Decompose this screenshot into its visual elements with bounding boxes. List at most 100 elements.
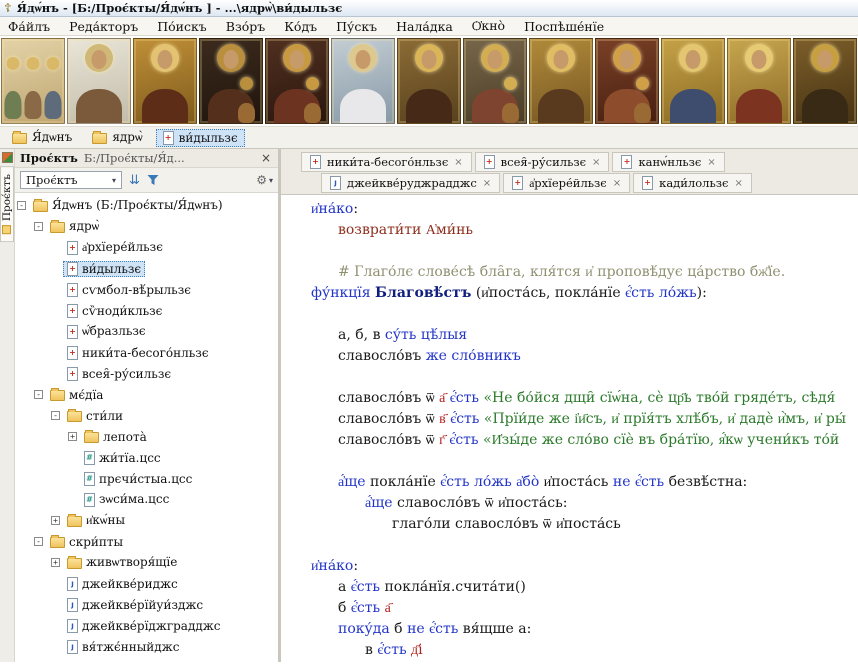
tree-item[interactable]: +сѷноди́кльзє bbox=[15, 300, 278, 321]
tree-item[interactable]: +а҆рхїере́йльзє bbox=[15, 237, 278, 258]
menu-item[interactable]: Фа́йлъ bbox=[8, 19, 50, 34]
js-file-icon: ȷ bbox=[67, 619, 78, 633]
tree-item[interactable]: +и҆кѡ́ны bbox=[15, 510, 278, 531]
tree-item[interactable]: + лепота̀ bbox=[15, 426, 278, 447]
tree-item[interactable]: ȷджейкве́рїйуи́зджс bbox=[15, 594, 278, 615]
menu-item[interactable]: По́искъ bbox=[157, 19, 207, 34]
menu-item[interactable]: Ѻ҆кно̀ bbox=[472, 18, 505, 34]
tree-item[interactable]: -Я́дѡнъ (Б:/Проє́кты/Я́дѡнъ) bbox=[15, 195, 278, 216]
tab-close-icon[interactable]: × bbox=[707, 157, 715, 168]
tree-item[interactable]: ȷджейкве́рїджградджс bbox=[15, 615, 278, 636]
collapse-expander-icon[interactable]: - bbox=[51, 411, 60, 420]
panel-path: Б:/Проє́кты/Я́д... bbox=[84, 151, 253, 165]
collapse-expander-icon[interactable]: - bbox=[34, 390, 43, 399]
collapse-expander-icon[interactable]: - bbox=[17, 201, 26, 210]
code-line: а҆́ще покла́нїе є҆́сть ло́жь а҆бо̀ и҆пос… bbox=[281, 472, 858, 493]
code-token: є҆́сть bbox=[449, 432, 478, 448]
tab-close-icon[interactable]: × bbox=[454, 157, 462, 168]
menu-item[interactable]: Реда́кторъ bbox=[69, 19, 138, 34]
project-vertical-tab[interactable]: Проє́ктъ bbox=[0, 166, 14, 242]
tree-item[interactable]: +живѡтворя́щїе bbox=[15, 552, 278, 573]
ls-file-icon: + bbox=[621, 155, 632, 169]
collapse-expander-icon[interactable]: - bbox=[34, 537, 43, 546]
code-line: б є҆́сть а҃ bbox=[281, 598, 858, 619]
tree-item[interactable]: +ви́дыльзє bbox=[15, 258, 278, 279]
menu-item[interactable]: Нала́дка bbox=[396, 19, 453, 34]
editor-tab-label: кади́лользє bbox=[659, 176, 728, 190]
expand-expander-icon[interactable]: + bbox=[51, 516, 60, 525]
breadcrumb-tab[interactable]: ядрѡ̀ bbox=[85, 128, 149, 147]
code-token: славосло́въ ѿ bbox=[338, 432, 439, 448]
tree-item[interactable]: +сѵмбол-вѣ́рыльзє bbox=[15, 279, 278, 300]
tree-item-label: всея̑-ру́сильзє bbox=[82, 367, 171, 381]
project-combo[interactable]: Проє́ктъ ▾ bbox=[20, 171, 122, 189]
face-shape bbox=[488, 50, 503, 69]
icon-theotokos-white-veil[interactable] bbox=[331, 38, 395, 124]
code-line: в є҆́сть д҃і bbox=[281, 640, 858, 661]
icon-christ-pantocrator-brown[interactable] bbox=[397, 38, 461, 124]
code-token: же bbox=[426, 348, 447, 364]
js-file-icon: ȷ bbox=[330, 176, 341, 190]
settings-gear-button[interactable]: ⚙ ▾ bbox=[256, 173, 273, 187]
icon-theotokos-vladimir[interactable] bbox=[265, 38, 329, 124]
tree-item-label: лепота̀ bbox=[103, 430, 147, 444]
icon-holy-trinity[interactable] bbox=[1, 38, 65, 124]
face-shape bbox=[686, 50, 701, 69]
icon-christ-dark-gold[interactable] bbox=[793, 38, 857, 124]
tab-close-icon[interactable]: × bbox=[734, 178, 742, 189]
expand-all-button[interactable]: ⇊ bbox=[129, 174, 140, 187]
editor-tab[interactable]: +канѡ́нльзє× bbox=[612, 152, 724, 172]
tree-item[interactable]: +ники́та-бесого́нльзє bbox=[15, 342, 278, 363]
tree-item[interactable]: -сти́ли bbox=[15, 405, 278, 426]
tree-item-label: а҆рхїере́йльзє bbox=[82, 240, 163, 255]
tree-item[interactable]: -ядрѡ̀ bbox=[15, 216, 278, 237]
tab-close-icon[interactable]: × bbox=[613, 178, 621, 189]
icon-holy-face-on-cloth[interactable] bbox=[67, 38, 131, 124]
code-editor[interactable]: и҆на́ко:возврати́ти А҆ми́нь# Глаго́лє сл… bbox=[281, 195, 858, 662]
tree-item[interactable]: ȷджейкве́риджс bbox=[15, 573, 278, 594]
face-shape bbox=[752, 50, 767, 69]
code-line: глаго́ли славосло́въ ѿ и҆поста́сь bbox=[281, 514, 858, 535]
breadcrumb-tab[interactable]: Я́дѡнъ bbox=[5, 128, 79, 147]
projects-strip-icon[interactable] bbox=[2, 152, 13, 163]
icon-theotokos-unfading-flower[interactable] bbox=[463, 38, 527, 124]
tree-item[interactable]: -скри́пты bbox=[15, 531, 278, 552]
tree-item[interactable]: #прєчи́стыа.цсс bbox=[15, 468, 278, 489]
tree-item[interactable]: ȷвя́тжє́нныйджс bbox=[15, 636, 278, 657]
icon-theotokos-red[interactable] bbox=[595, 38, 659, 124]
child-figure-shape bbox=[634, 103, 651, 123]
editor-tab[interactable]: +ники́та-бесого́нльзє× bbox=[301, 152, 472, 172]
editor-tab[interactable]: +а҆рхїере́йльзє× bbox=[503, 173, 630, 193]
icon-christ-enthroned[interactable] bbox=[727, 38, 791, 124]
tree-item[interactable]: +всея̑-ру́сильзє bbox=[15, 363, 278, 384]
child-figure-shape bbox=[304, 103, 321, 123]
filter-button[interactable] bbox=[147, 174, 159, 186]
icon-christ-pantocrator-blue[interactable] bbox=[661, 38, 725, 124]
code-token: ): bbox=[697, 285, 707, 301]
menu-item[interactable]: Пу́скъ bbox=[336, 19, 377, 34]
breadcrumb-tab[interactable]: +ви́дыльзє bbox=[156, 129, 245, 147]
panel-close-button[interactable]: × bbox=[259, 151, 273, 165]
collapse-expander-icon[interactable]: - bbox=[34, 222, 43, 231]
menu-item[interactable]: Ко́дъ bbox=[284, 19, 317, 34]
folder-icon bbox=[67, 411, 82, 422]
js-file-icon: ȷ bbox=[67, 598, 78, 612]
tree-item[interactable]: -мє́дїа bbox=[15, 384, 278, 405]
icon-christ-with-gospel[interactable] bbox=[529, 38, 593, 124]
icon-theotokos-dark[interactable] bbox=[199, 38, 263, 124]
editor-tab[interactable]: ȷджейкве́руджрадджс× bbox=[321, 173, 500, 193]
expand-expander-icon[interactable]: + bbox=[51, 558, 60, 567]
tree-item[interactable]: +ѡ҆́бразльзє bbox=[15, 321, 278, 342]
menu-item[interactable]: Поспѣше́нїе bbox=[524, 19, 604, 34]
tree-item[interactable]: #зѡси́ма.цсс bbox=[15, 489, 278, 510]
editor-tab[interactable]: +всея̑-ру́сильзє× bbox=[475, 152, 610, 172]
menu-item[interactable]: Взо́ръ bbox=[226, 19, 265, 34]
tree-item[interactable]: #жи́тїа.цсс bbox=[15, 447, 278, 468]
editor-tab-row: +ники́та-бесого́нльзє×+всея̑-ру́сильзє×+… bbox=[301, 152, 858, 172]
tab-close-icon[interactable]: × bbox=[592, 157, 600, 168]
tree-item-label: жи́тїа.цсс bbox=[99, 451, 161, 465]
expand-expander-icon[interactable]: + bbox=[68, 432, 77, 441]
editor-tab[interactable]: +кади́лользє× bbox=[633, 173, 752, 193]
icon-christ-pantocrator-gold[interactable] bbox=[133, 38, 197, 124]
tab-close-icon[interactable]: × bbox=[483, 178, 491, 189]
